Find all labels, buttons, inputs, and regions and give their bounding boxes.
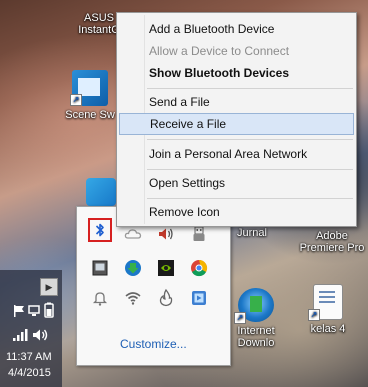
- desktop-icon-kelas4[interactable]: ↗ kelas 4: [298, 284, 358, 335]
- menu-item-open-settings[interactable]: Open Settings: [117, 172, 356, 194]
- flame-app-icon[interactable]: [156, 288, 176, 308]
- document-icon: ↗: [308, 284, 343, 321]
- menu-item-show-bluetooth-devices[interactable]: Show Bluetooth Devices: [117, 62, 356, 84]
- clock-time[interactable]: 11:37 AM: [6, 351, 52, 363]
- customize-link[interactable]: Customize...: [120, 337, 187, 351]
- idm-icon: ↗: [234, 288, 274, 324]
- notification-overflow-flyout: Customize...: [76, 206, 231, 366]
- menu-item-allow-device-to-connect[interactable]: Allow a Device to Connect: [117, 40, 356, 62]
- media-app-icon[interactable]: [189, 288, 209, 308]
- network-signal-icon[interactable]: [12, 328, 28, 342]
- speaker-volume-icon[interactable]: [156, 224, 176, 244]
- show-hidden-icons-button[interactable]: ▶: [40, 278, 58, 296]
- bluetooth-icon[interactable]: [90, 220, 110, 240]
- menu-separator: [147, 169, 353, 170]
- menu-item-receive-a-file[interactable]: Receive a File: [119, 113, 354, 135]
- desktop: ASUS InstantG ↗ Scene Sw Jurnal Adobe Pr…: [0, 0, 368, 387]
- menu-separator: [147, 198, 353, 199]
- volume-icon[interactable]: [32, 328, 50, 342]
- premiere-sublabel: Premiere Pro: [299, 242, 365, 254]
- usb-safely-remove-icon[interactable]: [189, 224, 209, 244]
- menu-item-remove-icon[interactable]: Remove Icon: [117, 201, 356, 223]
- premiere-label: Adobe: [316, 230, 348, 242]
- menu-item-add-bluetooth-device[interactable]: Add a Bluetooth Device: [117, 18, 356, 40]
- kelas4-label: kelas 4: [310, 323, 346, 335]
- battery-icon[interactable]: [44, 302, 54, 318]
- action-center-flag-icon[interactable]: [12, 304, 26, 318]
- bluetooth-context-menu: Add a Bluetooth Device Allow a Device to…: [116, 12, 357, 227]
- jurnal-label: Jurnal: [237, 227, 267, 239]
- nvidia-icon[interactable]: [156, 258, 176, 278]
- scene-switch-icon: ↗: [70, 70, 108, 106]
- scene-switch-label: Scene Sw: [65, 109, 115, 121]
- menu-item-send-a-file[interactable]: Send a File: [117, 91, 356, 113]
- idm-label: Internet: [237, 325, 275, 337]
- blue-icon-fragment: [86, 178, 116, 206]
- clock-date[interactable]: 4/4/2015: [8, 367, 51, 379]
- wifi-icon[interactable]: [123, 288, 143, 308]
- desktop-icon-scene-switch[interactable]: ↗ Scene Sw: [62, 70, 118, 121]
- desktop-icon-idm[interactable]: ↗ Internet Downlo: [226, 288, 286, 349]
- menu-item-join-personal-area-network[interactable]: Join a Personal Area Network: [117, 143, 356, 165]
- notification-bell-icon[interactable]: [90, 288, 110, 308]
- monitor-app-icon[interactable]: [90, 258, 110, 278]
- download-manager-icon[interactable]: [123, 258, 143, 278]
- menu-separator: [147, 88, 353, 89]
- display-icon[interactable]: [28, 304, 40, 318]
- chrome-icon[interactable]: [189, 258, 209, 278]
- onedrive-cloud-icon[interactable]: [123, 224, 143, 244]
- menu-separator: [147, 139, 353, 140]
- idm-sublabel: Downlo: [237, 337, 275, 349]
